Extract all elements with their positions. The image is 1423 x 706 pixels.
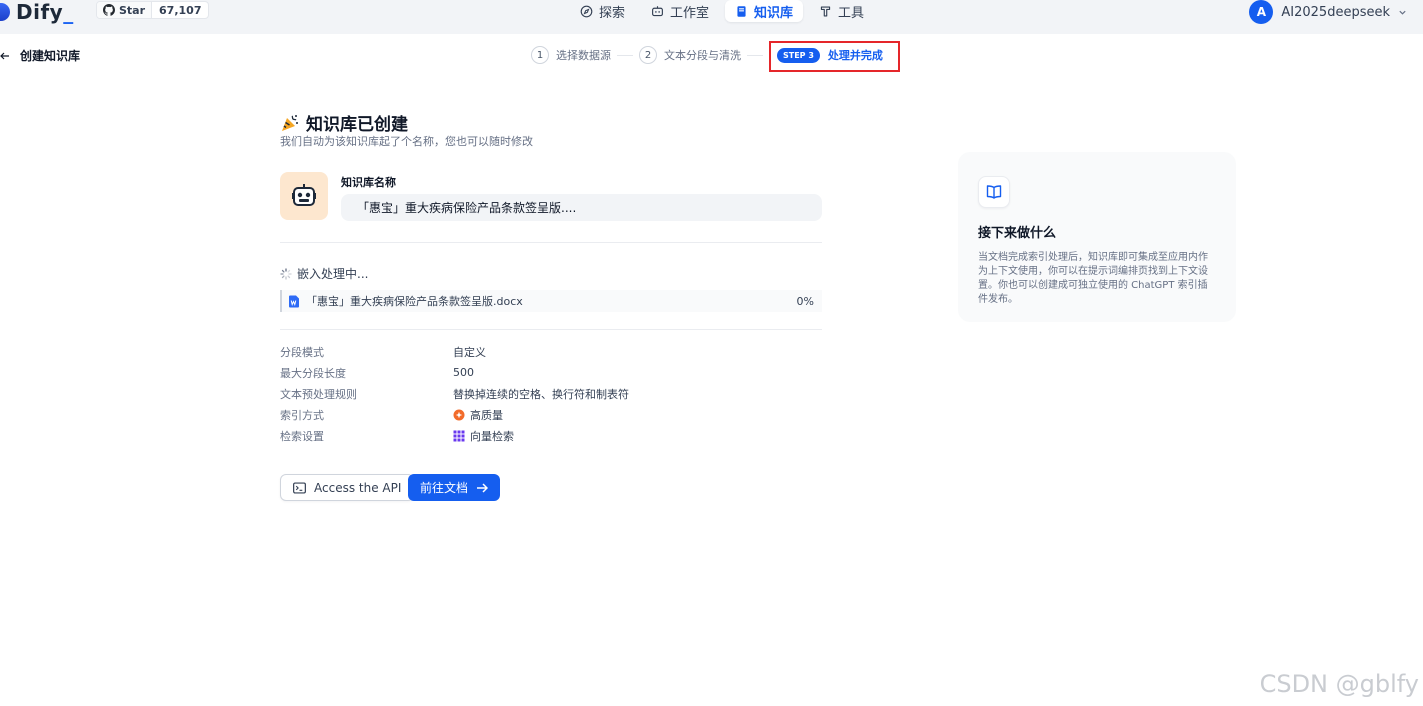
nav-tools[interactable]: 工具 — [809, 0, 874, 22]
terminal-icon — [293, 481, 306, 494]
file-progress-percent: 0% — [796, 294, 814, 308]
go-to-docs-label: 前往文档 — [420, 481, 469, 495]
file-name: 「惠宝」重大疾病保险产品条款签呈版.docx — [306, 295, 523, 308]
annotation-highlight-box — [769, 41, 900, 72]
step-divider — [617, 54, 633, 56]
retrieval-text: 向量检索 — [470, 429, 514, 443]
github-star-widget[interactable]: Star 67,107 — [96, 1, 210, 19]
meta-key-retrieval: 检索设置 — [280, 429, 324, 443]
step-1-number: 1 — [531, 46, 549, 64]
meta-row: 最大分段长度 500 — [280, 362, 629, 383]
top-navbar: Dify_ Star 67,107 探索 工作室 知识库 工具 A AI2025… — [0, 0, 1423, 34]
processing-settings: 分段模式 自定义 最大分段长度 500 文本预处理规则 替换掉连续的空格、换行符… — [280, 341, 629, 446]
robot-icon — [652, 5, 663, 16]
embedding-status: 嵌入处理中... — [280, 265, 368, 282]
nav-studio[interactable]: 工作室 — [641, 0, 719, 22]
dify-logo[interactable]: Dify_ — [0, 0, 74, 24]
embedding-status-text: 嵌入处理中... — [297, 267, 369, 281]
page-title: 知识库已创建 — [280, 110, 408, 135]
meta-row: 检索设置 向量检索 — [280, 425, 629, 446]
meta-key-max-length: 最大分段长度 — [280, 366, 346, 380]
high-quality-badge-icon — [453, 409, 465, 420]
github-icon — [103, 4, 115, 16]
meta-value-index-mode: 高质量 — [453, 407, 503, 423]
party-popper-icon — [282, 114, 298, 131]
watermark: CSDN @gblfy — [1259, 670, 1419, 698]
kb-name-input[interactable]: 「惠宝」重大疾病保险产品条款签呈版.... — [341, 194, 822, 221]
step-2-number: 2 — [639, 46, 657, 64]
step-2: 2 文本分段与清洗 — [639, 46, 741, 64]
hammer-icon — [820, 5, 831, 17]
step-divider — [747, 54, 763, 56]
back-to-create[interactable]: 创建知识库 — [0, 47, 80, 64]
knowledge-base-avatar[interactable] — [280, 172, 328, 220]
meta-row: 文本预处理规则 替换掉连续的空格、换行符和制表符 — [280, 383, 629, 404]
meta-value-segment-mode: 自定义 — [453, 345, 486, 359]
step-1-label: 选择数据源 — [556, 49, 611, 62]
github-star-count: 67,107 — [159, 3, 202, 17]
page-title-text: 知识库已创建 — [306, 115, 408, 135]
user-menu[interactable]: A AI2025deepseek — [1249, 0, 1407, 24]
avatar: A — [1249, 0, 1274, 24]
meta-value-max-length: 500 — [453, 366, 474, 379]
word-doc-icon — [289, 295, 299, 307]
chevron-down-icon — [1399, 10, 1406, 15]
main-nav: 探索 工作室 知识库 工具 — [570, 0, 874, 22]
robot-face-icon — [292, 184, 316, 206]
meta-value-retrieval: 向量检索 — [453, 428, 514, 444]
nav-studio-label: 工作室 — [670, 5, 710, 21]
book-icon — [737, 5, 746, 17]
meta-value-preprocess: 替换掉连续的空格、换行符和制表符 — [453, 387, 629, 401]
index-mode-text: 高质量 — [470, 408, 503, 422]
meta-row: 索引方式 高质量 — [280, 404, 629, 425]
next-steps-title: 接下来做什么 — [978, 226, 1057, 241]
arrow-left-icon — [0, 52, 9, 59]
nav-tools-label: 工具 — [838, 5, 865, 21]
kb-name-label: 知识库名称 — [341, 176, 396, 189]
arrow-right-icon — [477, 482, 489, 493]
access-api-button[interactable]: Access the API — [280, 474, 415, 501]
go-to-docs-button[interactable]: 前往文档 — [408, 474, 501, 501]
step-2-label: 文本分段与清洗 — [664, 49, 741, 62]
nav-knowledge[interactable]: 知识库 — [725, 0, 804, 22]
access-api-label: Access the API — [314, 480, 402, 495]
logo-mark-icon — [0, 3, 10, 21]
nav-knowledge-label: 知识库 — [754, 5, 794, 21]
nav-explore-label: 探索 — [599, 5, 626, 21]
divider — [280, 242, 822, 243]
github-star-label: Star — [119, 3, 146, 17]
open-book-icon — [978, 176, 1010, 208]
meta-row: 分段模式 自定义 — [280, 341, 629, 362]
compass-icon — [580, 5, 593, 17]
loading-spinner-icon — [280, 267, 292, 280]
step-1: 1 选择数据源 — [531, 46, 611, 64]
nav-explore[interactable]: 探索 — [570, 0, 635, 22]
page-subtitle: 我们自动为该知识库起了个名称，您也可以随时修改 — [280, 135, 533, 148]
back-label: 创建知识库 — [20, 49, 81, 63]
next-steps-description: 当文档完成索引处理后，知识库即可集成至应用内作为上下文使用，你可以在提示词编排页… — [978, 252, 1208, 305]
divider — [280, 329, 822, 330]
meta-key-segment-mode: 分段模式 — [280, 345, 324, 359]
meta-key-index-mode: 索引方式 — [280, 408, 324, 422]
next-steps-panel: 接下来做什么 当文档完成索引处理后，知识库即可集成至应用内作为上下文使用，你可以… — [958, 152, 1236, 322]
file-progress-row: 「惠宝」重大疾病保险产品条款签呈版.docx 0% — [280, 290, 822, 312]
user-name: AI2025deepseek — [1281, 4, 1390, 20]
meta-key-preprocess: 文本预处理规则 — [280, 387, 357, 401]
vector-grid-icon — [453, 430, 465, 441]
